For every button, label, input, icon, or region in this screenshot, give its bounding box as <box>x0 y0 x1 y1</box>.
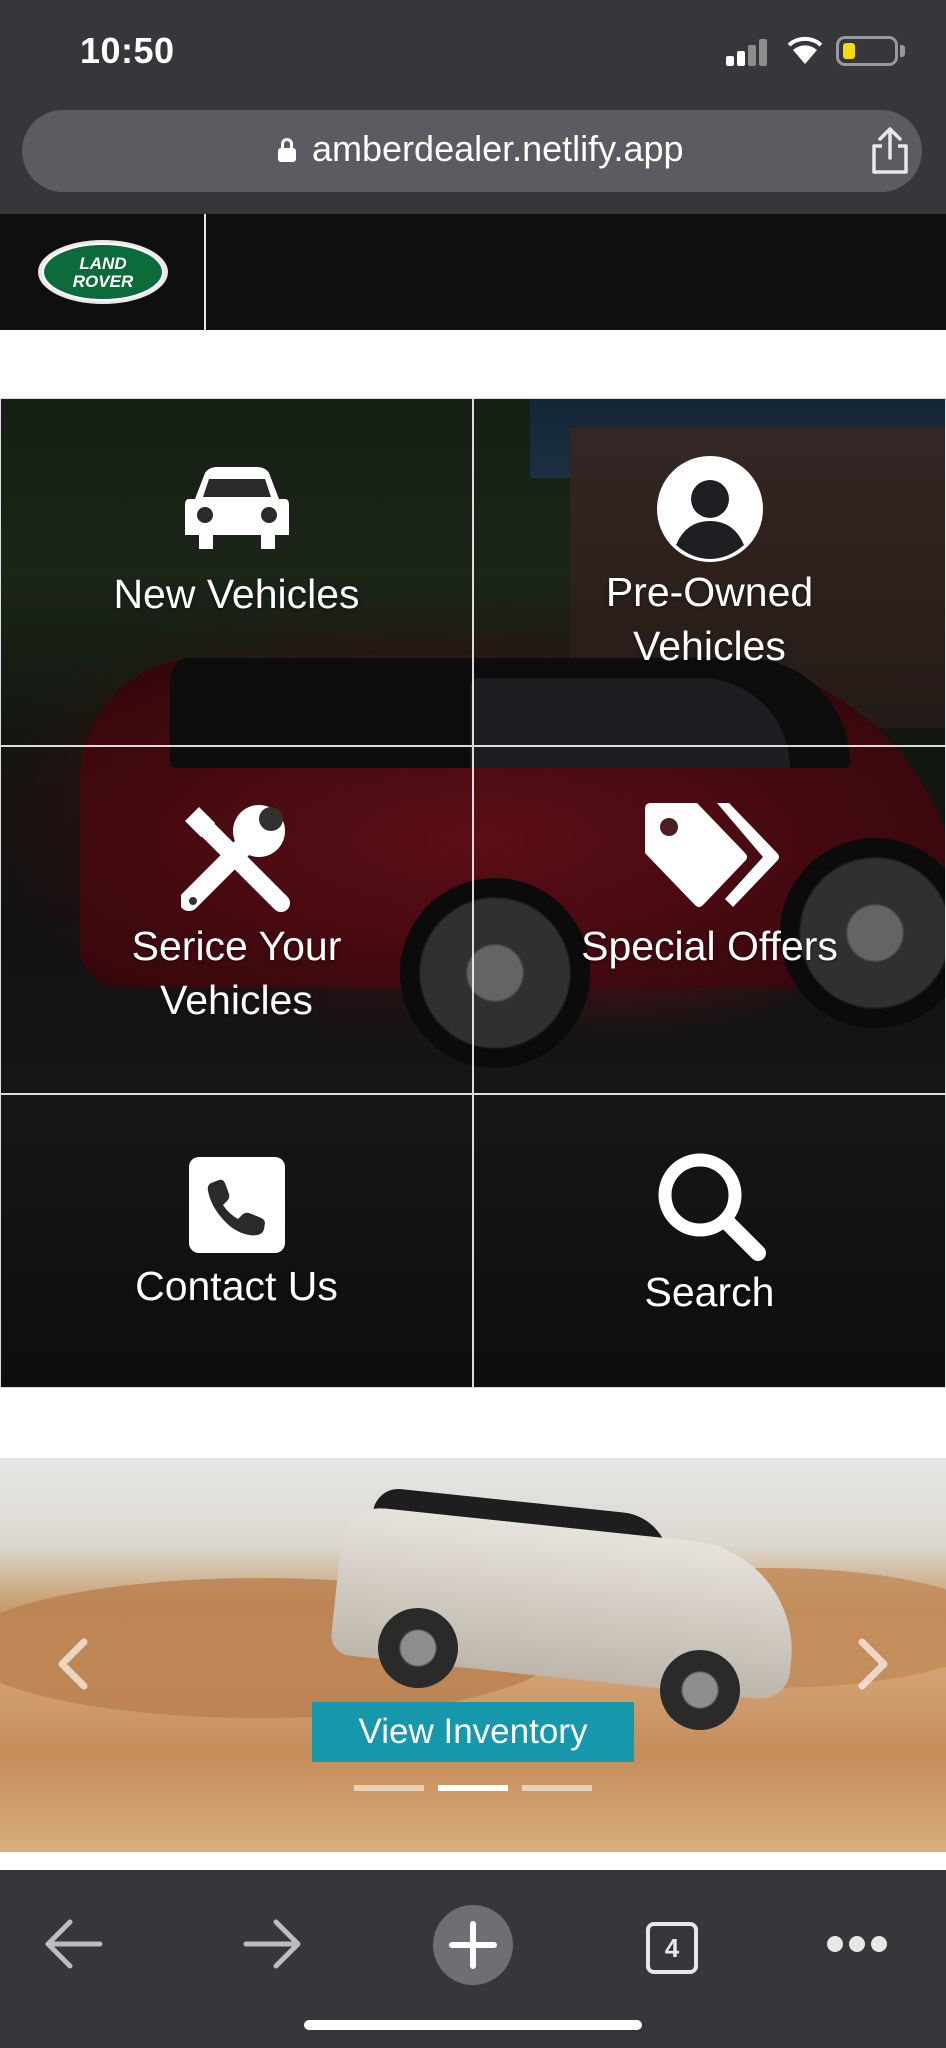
carousel-next-arrow-icon[interactable] <box>856 1638 892 1690</box>
tile-special-offers[interactable]: Special Offers <box>473 746 946 1094</box>
new-tab-plus-icon[interactable] <box>432 1904 514 1986</box>
status-time: 10:50 <box>80 30 175 71</box>
search-icon <box>658 1153 766 1261</box>
carousel-car-front-wheel <box>660 1650 740 1730</box>
tile-label-line: Serice Your <box>131 923 342 969</box>
tools-icon <box>180 805 290 912</box>
browser-address-bar: amberdealer.netlify.app <box>0 108 946 214</box>
hero-grid: New Vehicles Pre-Owned Vehicles Serice Y… <box>0 398 946 1388</box>
tile-label: New Vehicles <box>113 567 359 621</box>
back-arrow-icon[interactable] <box>44 1918 104 1970</box>
tab-switcher-button[interactable]: 4 <box>646 1922 698 1974</box>
tile-service-your-vehicles[interactable]: Serice Your Vehicles <box>0 746 473 1094</box>
tile-pre-owned-vehicles[interactable]: Pre-Owned Vehicles <box>473 398 946 746</box>
land-rover-logo[interactable]: LAND ROVER <box>36 238 170 306</box>
carousel-indicator-1[interactable] <box>354 1785 424 1791</box>
carousel-prev-arrow-icon[interactable] <box>54 1638 90 1690</box>
tags-icon <box>644 803 779 907</box>
tile-contact-us[interactable]: Contact Us <box>0 1094 473 1388</box>
logo-text-line1: LAND <box>79 254 126 273</box>
url-field[interactable]: amberdealer.netlify.app <box>22 110 922 192</box>
more-menu-icon[interactable] <box>826 1934 888 1954</box>
carousel-indicators <box>354 1785 594 1791</box>
carousel-indicator-3[interactable] <box>522 1785 592 1791</box>
battery-tip <box>900 45 905 57</box>
lock-icon <box>278 138 296 162</box>
inventory-carousel: View Inventory <box>0 1458 946 1852</box>
tile-label: Pre-Owned Vehicles <box>606 565 813 673</box>
tile-new-vehicles[interactable]: New Vehicles <box>0 398 473 746</box>
share-icon[interactable] <box>868 126 912 176</box>
home-indicator <box>304 2020 642 2030</box>
tile-label-line: Search <box>644 1269 775 1315</box>
tile-search[interactable]: Search <box>473 1094 946 1388</box>
url-text[interactable]: amberdealer.netlify.app <box>312 128 684 170</box>
tile-label-line: Special Offers <box>581 923 838 969</box>
browser-toolbar: 4 <box>0 1870 946 2048</box>
carousel-indicator-2[interactable] <box>438 1785 508 1791</box>
tile-label: Serice Your Vehicles <box>132 919 342 1027</box>
view-inventory-button[interactable]: View Inventory <box>312 1702 634 1762</box>
tile-label: Search <box>645 1265 775 1319</box>
tab-count: 4 <box>664 1932 680 1963</box>
user-icon <box>656 456 763 562</box>
tile-label: Contact Us <box>135 1259 338 1313</box>
tile-label-line: Vehicles <box>160 977 313 1023</box>
logo-text-line2: ROVER <box>73 272 134 291</box>
tile-label-line: Vehicles <box>633 623 786 669</box>
status-bar: 10:50 <box>0 0 946 108</box>
carousel-car-rear-wheel <box>378 1608 458 1688</box>
site-header: LAND ROVER <box>0 214 946 330</box>
tile-label-line: Pre-Owned <box>605 569 814 615</box>
header-divider <box>204 214 206 330</box>
forward-arrow-icon[interactable] <box>242 1918 302 1970</box>
tile-label-line: New Vehicles <box>113 571 360 617</box>
tile-label-line: Contact Us <box>135 1263 338 1309</box>
wifi-icon <box>788 36 822 64</box>
cellular-signal-icon <box>726 38 770 66</box>
battery-level <box>843 43 855 59</box>
car-icon <box>184 467 289 549</box>
tile-label: Special Offers <box>581 919 838 973</box>
phone-icon <box>188 1157 285 1253</box>
battery-icon <box>836 36 898 66</box>
